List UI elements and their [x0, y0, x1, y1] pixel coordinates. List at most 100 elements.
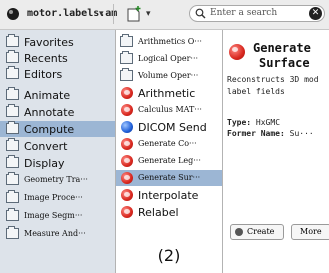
- dicom-icon: [121, 121, 133, 133]
- detail-description-line1: Reconstructs 3D mod: [227, 75, 319, 84]
- module-label: Volume Oper···: [138, 71, 199, 80]
- create-button-label: Create: [247, 227, 275, 236]
- star-folder-icon: [6, 34, 19, 47]
- module-icon: [121, 155, 133, 167]
- detail-former-key: Former Name:: [227, 129, 285, 138]
- folder-icon: [6, 172, 19, 185]
- category-label: Image Segm···: [24, 211, 83, 220]
- search-icon: [195, 8, 206, 19]
- category-label: Convert: [24, 140, 68, 153]
- detail-type-key: Type:: [227, 118, 252, 127]
- create-icon: [235, 228, 243, 236]
- category-label: Measure And···: [24, 229, 86, 238]
- category-label: Display: [24, 157, 65, 170]
- toolbar-divider: [113, 4, 114, 24]
- category-item-image-segmentation[interactable]: Image Segm···: [0, 208, 115, 224]
- module-label: Relabel: [138, 206, 179, 219]
- category-item-annotate[interactable]: Annotate: [0, 104, 115, 120]
- module-item[interactable]: Arithmetic: [116, 85, 222, 101]
- category-item-measure[interactable]: Measure And···: [0, 226, 115, 242]
- chevron-down-icon[interactable]: ▾: [99, 9, 104, 19]
- data-object-icon[interactable]: [6, 7, 20, 21]
- detail-title-line1: Generate: [253, 41, 311, 55]
- module-label: Generate Leg···: [138, 156, 201, 165]
- create-button[interactable]: Create: [230, 224, 284, 240]
- folder-icon: [6, 155, 19, 168]
- category-item-convert[interactable]: Convert: [0, 138, 115, 154]
- detail-description-line2: label fields: [227, 87, 285, 96]
- module-item-folder[interactable]: Logical Oper···: [116, 51, 222, 67]
- folder-icon: [6, 190, 19, 203]
- category-item-animate[interactable]: Animate: [0, 87, 115, 103]
- module-icon: [121, 206, 133, 218]
- category-list: Favorites Recents Editors Animate Annota…: [0, 30, 116, 273]
- module-detail-panel: Generate Surface Reconstructs 3D mod lab…: [223, 30, 329, 273]
- category-label: Compute: [24, 123, 75, 136]
- module-item-folder[interactable]: Arithmetics O···: [116, 34, 222, 50]
- clock-folder-icon: [6, 50, 19, 63]
- category-label: Image Proce···: [24, 193, 83, 202]
- module-item[interactable]: Interpolate: [116, 187, 222, 203]
- editor-folder-icon: [6, 66, 19, 79]
- folder-icon: [6, 87, 19, 100]
- module-item[interactable]: DICOM Send: [116, 119, 222, 135]
- folder-icon: [120, 34, 133, 47]
- module-item[interactable]: Generate Leg···: [116, 153, 222, 169]
- module-item-generate-surface[interactable]: Generate Sur···: [116, 170, 222, 186]
- category-item-geometry-transforms[interactable]: Geometry Tra···: [0, 172, 115, 188]
- module-item[interactable]: Calculus MAT···: [116, 102, 222, 118]
- detail-former-value: Su···: [289, 129, 314, 138]
- module-label: Arithmetic: [138, 87, 196, 100]
- category-item-editors[interactable]: Editors: [0, 66, 115, 82]
- detail-former-name-row: Former Name: Su···: [227, 129, 314, 138]
- folder-icon: [120, 68, 133, 81]
- category-item-recents[interactable]: Recents: [0, 50, 115, 66]
- module-label: Generate Sur···: [138, 173, 201, 182]
- module-item[interactable]: Generate Co···: [116, 136, 222, 152]
- panel-caption: (2): [157, 246, 181, 265]
- search-field[interactable]: Enter a search ✕: [189, 5, 325, 22]
- module-icon: [121, 104, 133, 116]
- module-label: Interpolate: [138, 189, 199, 202]
- module-label: Arithmetics O···: [138, 37, 202, 46]
- category-label: Recents: [24, 52, 68, 65]
- new-document-icon[interactable]: [125, 5, 143, 23]
- folder-icon: [6, 104, 19, 117]
- detail-title: Generate Surface: [253, 41, 311, 71]
- module-label: Calculus MAT···: [138, 105, 202, 114]
- category-label: Favorites: [24, 36, 74, 49]
- search-placeholder: Enter a search: [210, 8, 278, 18]
- module-label: Generate Co···: [138, 139, 197, 148]
- module-icon: [121, 189, 133, 201]
- toolbar: motor.labels.am ▾ ▾ Enter a search ✕: [0, 0, 329, 30]
- category-item-favorites[interactable]: Favorites: [0, 34, 115, 50]
- module-label: DICOM Send: [138, 121, 207, 134]
- module-list: Arithmetics O··· Logical Oper··· Volume …: [116, 30, 223, 273]
- new-dropdown-chevron-icon[interactable]: ▾: [146, 9, 151, 19]
- module-item-folder[interactable]: Volume Oper···: [116, 68, 222, 84]
- category-label: Editors: [24, 68, 63, 81]
- category-label: Geometry Tra···: [24, 175, 88, 184]
- category-item-compute[interactable]: Compute: [0, 121, 115, 137]
- category-label: Annotate: [24, 106, 75, 119]
- module-item[interactable]: Relabel: [116, 204, 222, 220]
- folder-icon: [6, 138, 19, 151]
- clear-search-icon[interactable]: ✕: [309, 7, 322, 20]
- module-label: Logical Oper···: [138, 54, 199, 63]
- module-icon: [121, 87, 133, 99]
- module-icon: [121, 172, 133, 184]
- detail-type-row: Type: HxGMC: [227, 118, 280, 127]
- category-item-display[interactable]: Display: [0, 155, 115, 171]
- detail-description: Reconstructs 3D mod label fields: [227, 74, 319, 98]
- folder-icon: [6, 226, 19, 239]
- module-icon: [121, 138, 133, 150]
- more-button-label: More: [300, 227, 322, 236]
- detail-type-value: HxGMC: [255, 118, 281, 127]
- folder-icon: [120, 51, 133, 64]
- folder-icon: [6, 208, 19, 221]
- more-button[interactable]: More: [291, 224, 329, 240]
- folder-icon: [6, 121, 19, 134]
- category-label: Animate: [24, 89, 71, 102]
- detail-title-line2: Surface: [259, 56, 310, 70]
- category-item-image-processing[interactable]: Image Proce···: [0, 190, 115, 206]
